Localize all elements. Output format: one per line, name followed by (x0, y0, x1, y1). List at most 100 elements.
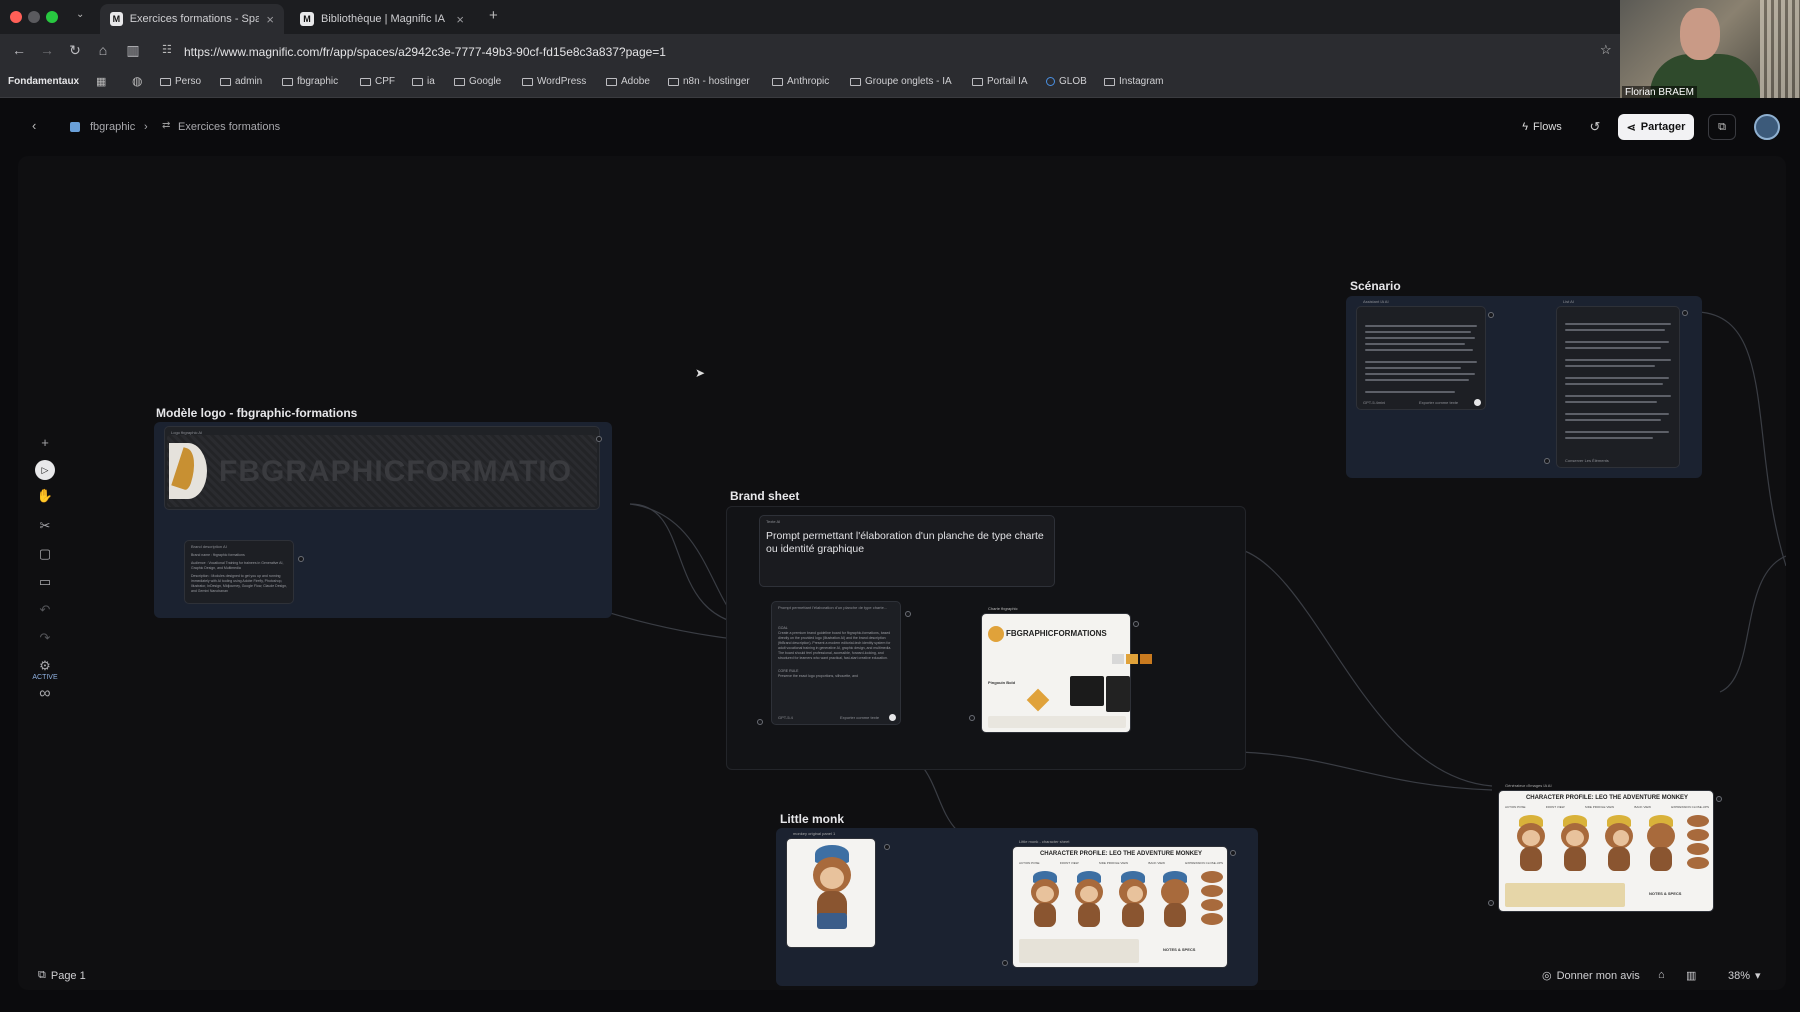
node-brand-sheet-image[interactable]: Charte fbgraphic FBGRAPHICFORMATIONS Pin… (981, 606, 1152, 733)
model-label[interactable]: GPT-5.4mini (1363, 400, 1385, 405)
undo-button[interactable]: ↶ (30, 598, 60, 622)
share-button[interactable]: ⋖ Partager (1618, 114, 1694, 140)
comment-button[interactable]: ▭ (30, 570, 60, 594)
globe-icon[interactable]: ◍ (132, 74, 142, 88)
output-port[interactable] (1488, 312, 1494, 318)
tab-exercices-formations[interactable]: M Exercices formations - Space × (100, 4, 284, 34)
bookmark-fondamentaux[interactable]: Fondamentaux (8, 76, 79, 87)
redo-button[interactable]: ↷ (30, 626, 60, 650)
hand-tool-button[interactable]: ✋ (30, 484, 60, 508)
bookmark-admin[interactable]: admin (220, 76, 262, 87)
run-button[interactable] (1474, 399, 1481, 406)
output-port[interactable] (596, 436, 602, 442)
node-text-prompt[interactable]: Texte AI Prompt permettant l'élaboration… (759, 515, 1055, 587)
input-port[interactable] (1002, 960, 1008, 966)
keep-items-button[interactable]: Conserver Les Éléments (1565, 458, 1609, 463)
flow-canvas[interactable]: ➤ Modèle logo - fbgraphic-formations Log… (18, 156, 1786, 990)
group-title-little-monk[interactable]: Little monk (780, 812, 844, 826)
prompt-text[interactable]: Prompt permettant l'élaboration d'un pla… (766, 530, 1046, 556)
apps-grid-icon[interactable]: ▦ (96, 75, 106, 88)
bookmark-star-icon[interactable]: ☆ (1600, 42, 1612, 58)
group-title-logo[interactable]: Modèle logo - fbgraphic-formations (156, 406, 357, 420)
output-port[interactable] (1230, 850, 1236, 856)
tab-list-chevron-icon[interactable]: ⌄ (76, 9, 84, 20)
group-title-scenario[interactable]: Scénario (1350, 279, 1401, 293)
node-title: Prompt permettant l'élaboration d'un pla… (778, 605, 888, 610)
library-button[interactable]: ▥ (1686, 969, 1696, 982)
node-assistant-ia[interactable]: Assistant IA AI GPT-5.4mini Exporter com… (1356, 299, 1486, 410)
group-brand-sheet[interactable]: Texte AI Prompt permettant l'élaboration… (726, 506, 1246, 770)
add-node-button[interactable]: + (30, 430, 60, 454)
back-chevron-icon[interactable]: ‹ (32, 118, 36, 133)
bookmark-anthropic[interactable]: Anthropic (772, 76, 829, 87)
page-selector[interactable]: ⧉ Page 1 (38, 969, 86, 982)
breadcrumb-page[interactable]: Exercices formations (178, 121, 280, 133)
export-text-button[interactable]: Exporter comme texte (1419, 400, 1458, 405)
bookmark-glob[interactable]: GLOB (1046, 76, 1087, 87)
bookmark-instagram[interactable]: Instagram (1104, 76, 1163, 87)
home-icon[interactable]: ⌂ (94, 42, 112, 58)
bookmark-ia[interactable]: ia (412, 76, 435, 87)
model-label[interactable]: GPT-5.4 (778, 715, 793, 720)
select-tool-button[interactable]: ▷ (30, 458, 60, 482)
reload-icon[interactable]: ↻ (66, 42, 84, 59)
input-port[interactable] (1488, 900, 1494, 906)
wire-monk-to-generator (1239, 751, 1493, 791)
close-tab-icon[interactable]: × (266, 12, 274, 27)
url-field[interactable]: https://www.magnific.com/fr/app/spaces/a… (160, 41, 1620, 63)
zoom-selector[interactable]: 38% ▾ (1728, 969, 1761, 983)
breadcrumb-space[interactable]: fbgraphic (90, 121, 135, 133)
present-button[interactable]: ⧉ (1708, 114, 1736, 140)
minimize-window-button[interactable] (28, 11, 40, 23)
group-logo[interactable]: Logo fbgraphic AI FBGRAPHICFORMATIO Bran… (154, 422, 612, 618)
learn-button[interactable]: ⌂ (1658, 969, 1665, 981)
group-scenario[interactable]: Assistant IA AI GPT-5.4mini Exporter com… (1346, 296, 1702, 478)
cut-tool-button[interactable]: ✂ (30, 514, 60, 538)
group-little-monk[interactable]: monkey original panel 1 Little monk - ch… (776, 828, 1258, 986)
node-prompt-generator[interactable]: Prompt permettant l'élaboration d'un pla… (771, 601, 901, 725)
bookmark-perso[interactable]: Perso (160, 76, 201, 87)
close-tab-icon[interactable]: × (456, 12, 464, 27)
run-button[interactable] (889, 714, 896, 721)
node-brand-description[interactable]: Brand description AI Brand name : fbgrap… (184, 540, 294, 604)
new-tab-icon[interactable]: + (489, 7, 498, 24)
forward-arrow-icon[interactable]: → (38, 42, 56, 58)
close-window-button[interactable] (10, 11, 22, 23)
sidebar-icon[interactable]: ▥ (124, 42, 142, 59)
input-port[interactable] (757, 719, 763, 725)
bookmark-n8n-hostinger[interactable]: n8n - hostinger (668, 76, 750, 87)
node-logo-image[interactable]: Logo fbgraphic AI FBGRAPHICFORMATIO (164, 426, 600, 510)
user-avatar[interactable] (1754, 114, 1780, 140)
node-monkey-original[interactable]: monkey original panel 1 (786, 831, 876, 948)
output-port[interactable] (884, 844, 890, 850)
group-title-brand-sheet[interactable]: Brand sheet (730, 489, 799, 503)
bookmark-fbgraphic[interactable]: fbgraphic (282, 76, 338, 87)
export-text-button[interactable]: Exporter comme texte (840, 715, 879, 720)
bookmark-wordpress[interactable]: WordPress (522, 76, 586, 87)
bookmark-groupe-onglets-ia[interactable]: Groupe onglets - IA (850, 76, 952, 87)
infinity-mode-button[interactable]: ∞ (30, 682, 60, 706)
output-port[interactable] (1716, 796, 1722, 802)
bookmark-adobe[interactable]: Adobe (606, 76, 650, 87)
feedback-button[interactable]: ◎ Donner mon avis (1542, 969, 1640, 983)
input-port[interactable] (1544, 458, 1550, 464)
scissors-icon: ✂ (39, 518, 51, 533)
feedback-icon: ◎ (1542, 970, 1552, 982)
history-button[interactable]: ↺ (1582, 114, 1608, 140)
tab-bibliotheque[interactable]: M Bibliothèque | Magnific IA × (290, 4, 474, 34)
flows-button[interactable]: ϟ Flows (1512, 114, 1572, 140)
bookmark-cpf[interactable]: CPF (360, 76, 395, 87)
output-port[interactable] (905, 611, 911, 617)
node-list[interactable]: List AI Conserver Les Éléments (1556, 299, 1680, 468)
bookmark-google[interactable]: Google (454, 76, 501, 87)
output-port[interactable] (1682, 310, 1688, 316)
input-port[interactable] (969, 715, 975, 721)
bookmark-portail-ia[interactable]: Portail IA (972, 76, 1028, 87)
node-image-generator[interactable]: Générateur d'images IA AI CHARACTER PROF… (1498, 783, 1714, 912)
output-port[interactable] (298, 556, 304, 562)
sticky-note-button[interactable]: ▢ (30, 542, 60, 566)
maximize-window-button[interactable] (46, 11, 58, 23)
output-port[interactable] (1133, 621, 1139, 627)
back-arrow-icon[interactable]: ← (10, 42, 28, 58)
node-monk-character-sheet[interactable]: Little monk - character sheet CHARACTER … (1012, 839, 1228, 968)
